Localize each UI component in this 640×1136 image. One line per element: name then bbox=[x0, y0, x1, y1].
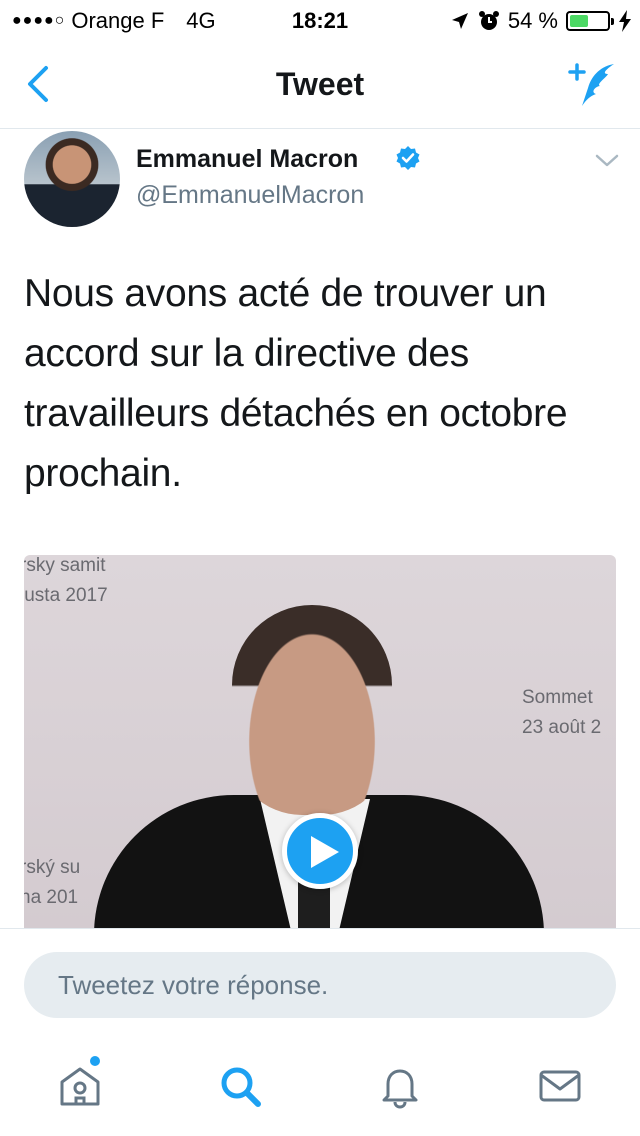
avatar[interactable] bbox=[24, 131, 120, 227]
bell-icon[interactable] bbox=[376, 1062, 424, 1110]
chevron-down-icon[interactable] bbox=[594, 151, 620, 171]
location-arrow-icon bbox=[451, 13, 468, 29]
battery-percent: 54 % bbox=[507, 8, 558, 33]
tweet-text: Nous avons acté de trouver un accord sur… bbox=[24, 272, 568, 495]
video-caption-top-left: rsky samit justa 2017 bbox=[24, 555, 108, 606]
status-bar: ●●●●○ Orange F 4G 18:21 54 % bbox=[0, 0, 640, 42]
battery-icon bbox=[566, 11, 614, 31]
play-button[interactable] bbox=[282, 813, 358, 889]
envelope-icon[interactable] bbox=[536, 1062, 584, 1110]
home-notification-dot bbox=[90, 1056, 100, 1066]
author-handle[interactable]: @EmmanuelMacron bbox=[136, 181, 364, 210]
verified-badge-icon bbox=[396, 146, 420, 170]
tweet-header: Emmanuel Macron @EmmanuelMacron bbox=[0, 129, 640, 239]
speaker-head bbox=[232, 605, 392, 815]
nav-bar: Tweet bbox=[0, 42, 640, 129]
search-icon[interactable] bbox=[216, 1062, 264, 1110]
home-icon[interactable] bbox=[56, 1062, 104, 1110]
compose-tweet-icon[interactable] bbox=[566, 60, 618, 110]
back-chevron-icon[interactable] bbox=[20, 62, 60, 106]
reply-input[interactable] bbox=[24, 952, 616, 1018]
author-name[interactable]: Emmanuel Macron bbox=[136, 145, 358, 174]
alarm-clock-icon bbox=[478, 11, 499, 30]
video-media[interactable]: rsky samit justa 2017 Sommet 23 août 2 r… bbox=[24, 555, 616, 928]
charging-bolt-icon bbox=[619, 10, 631, 32]
page-title: Tweet bbox=[275, 66, 365, 102]
video-caption-bottom-left: rský su na 201 bbox=[24, 857, 81, 908]
divider bbox=[0, 928, 640, 929]
play-icon bbox=[311, 836, 339, 868]
tab-bar bbox=[0, 1040, 640, 1136]
video-caption-right: Sommet 23 août 2 bbox=[522, 687, 602, 738]
